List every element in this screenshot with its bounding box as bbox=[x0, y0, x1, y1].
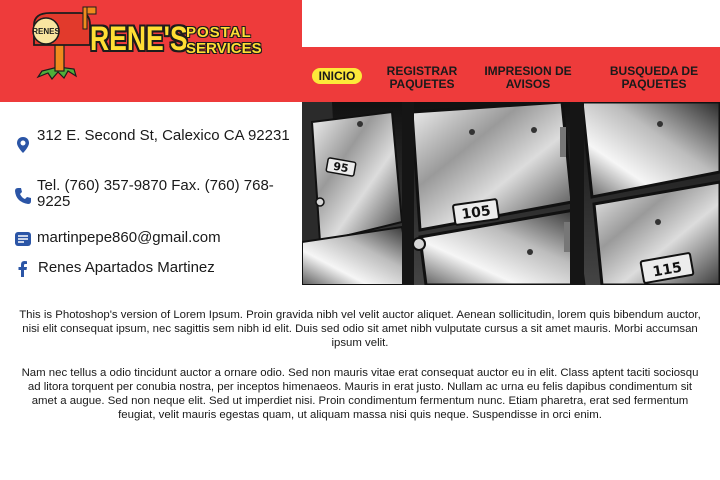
address-text: 312 E. Second St, Calexico CA 92231 bbox=[37, 127, 290, 144]
phone-fax-text: Tel. (760) 357-9870 Fax. (760) 768-9225 bbox=[37, 177, 274, 210]
email-link[interactable]: martinpepe860@gmail.com bbox=[37, 230, 292, 246]
logo-wordmark: RENE'S bbox=[90, 20, 188, 58]
facebook-icon bbox=[18, 261, 27, 277]
svg-text:RENES: RENES bbox=[32, 27, 60, 36]
site-logo[interactable]: RENES RENE'S POSTAL SERVICES bbox=[28, 5, 268, 80]
po-boxes-photo: 95 105 115 bbox=[302, 102, 720, 285]
po-boxes-image: 95 105 115 bbox=[302, 102, 720, 285]
logo-line-postal: POSTAL bbox=[186, 24, 252, 41]
nav-inicio[interactable]: INICIO bbox=[312, 68, 362, 84]
logo-line-services: SERVICES bbox=[186, 40, 262, 57]
mailbox-icon: RENES bbox=[32, 6, 97, 80]
nav-impresion-de-avisos[interactable]: IMPRESION DE AVISOS bbox=[476, 65, 580, 91]
svg-text:95: 95 bbox=[332, 160, 349, 175]
envelope-icon bbox=[15, 232, 31, 246]
nav-registrar-paquetes[interactable]: REGISTRAR PAQUETES bbox=[382, 65, 462, 91]
map-pin-icon bbox=[17, 137, 29, 153]
nav-busqueda-de-paquetes[interactable]: BUSQUEDA DE PAQUETES bbox=[604, 65, 704, 91]
phone-icon bbox=[15, 188, 31, 204]
intro-paragraph: This is Photoshop's version of Lorem Ips… bbox=[19, 309, 701, 349]
facebook-link[interactable]: Renes Apartados Martinez bbox=[38, 260, 293, 276]
second-paragraph: Nam nec tellus a odio tincidunt auctor a… bbox=[21, 367, 699, 421]
lock-icon bbox=[412, 237, 426, 251]
lock-icon bbox=[315, 197, 325, 207]
